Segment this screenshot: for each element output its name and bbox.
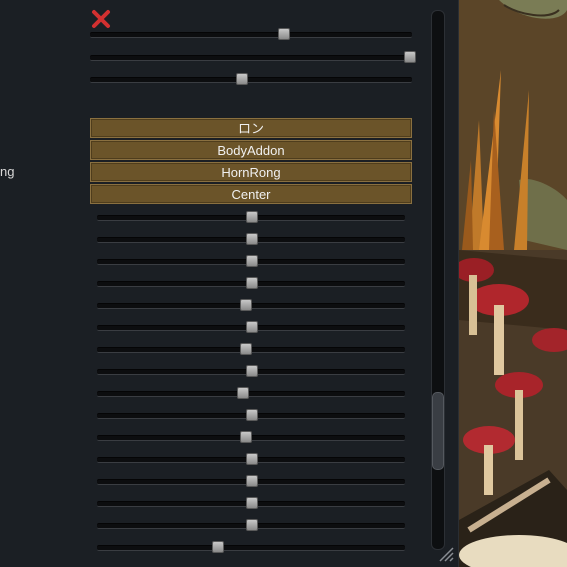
top-slider-3[interactable]	[90, 73, 412, 85]
slider-track	[97, 391, 405, 397]
slider-thumb[interactable]	[239, 343, 252, 355]
slider-13[interactable]	[97, 475, 405, 487]
slider-thumb[interactable]	[246, 277, 258, 289]
slider-thumb[interactable]	[236, 387, 249, 399]
tab-center[interactable]: Center	[90, 184, 412, 204]
slider-thumb[interactable]	[246, 497, 258, 509]
scrollbar-thumb[interactable]	[432, 392, 444, 470]
slider-thumb[interactable]	[246, 409, 258, 421]
slider-track	[97, 545, 405, 551]
side-label: ng	[0, 164, 15, 179]
slider-10[interactable]	[97, 409, 405, 421]
slider-7[interactable]	[97, 343, 405, 355]
slider-16[interactable]	[97, 541, 405, 553]
slider-3[interactable]	[97, 255, 405, 267]
tab-horn-rong[interactable]: HornRong	[90, 162, 412, 182]
slider-thumb[interactable]	[278, 28, 291, 40]
slider-track	[90, 77, 412, 83]
slider-thumb[interactable]	[239, 299, 252, 311]
slider-1[interactable]	[97, 211, 405, 223]
slider-thumb[interactable]	[246, 519, 258, 531]
slider-track	[90, 55, 412, 61]
slider-thumb[interactable]	[246, 255, 258, 267]
slider-thumb[interactable]	[403, 51, 416, 63]
tab-ron[interactable]: ロン	[90, 118, 412, 138]
background-scene	[459, 0, 567, 567]
top-slider-1[interactable]	[90, 28, 412, 40]
tab-body-addon[interactable]: BodyAddon	[90, 140, 412, 160]
slider-14[interactable]	[97, 497, 405, 509]
slider-thumb[interactable]	[236, 73, 249, 85]
slider-11[interactable]	[97, 431, 405, 443]
options-panel: ng ロン BodyAddon HornRong Center	[0, 0, 459, 567]
slider-thumb[interactable]	[246, 365, 258, 377]
slider-15[interactable]	[97, 519, 405, 531]
slider-thumb[interactable]	[246, 321, 258, 333]
top-slider-2[interactable]	[90, 51, 416, 63]
slider-thumb[interactable]	[246, 453, 258, 465]
slider-5[interactable]	[97, 299, 405, 311]
slider-track	[90, 32, 412, 38]
slider-thumb[interactable]	[246, 233, 258, 245]
slider-thumb[interactable]	[246, 211, 258, 223]
close-icon[interactable]	[90, 8, 112, 30]
slider-6[interactable]	[97, 321, 405, 333]
slider-2[interactable]	[97, 233, 405, 245]
slider-thumb[interactable]	[212, 541, 225, 553]
slider-12[interactable]	[97, 453, 405, 465]
resize-grip-icon[interactable]	[436, 544, 454, 562]
slider-9[interactable]	[97, 387, 405, 399]
slider-8[interactable]	[97, 365, 405, 377]
slider-thumb[interactable]	[246, 475, 258, 487]
slider-4[interactable]	[97, 277, 405, 289]
slider-thumb[interactable]	[239, 431, 252, 443]
